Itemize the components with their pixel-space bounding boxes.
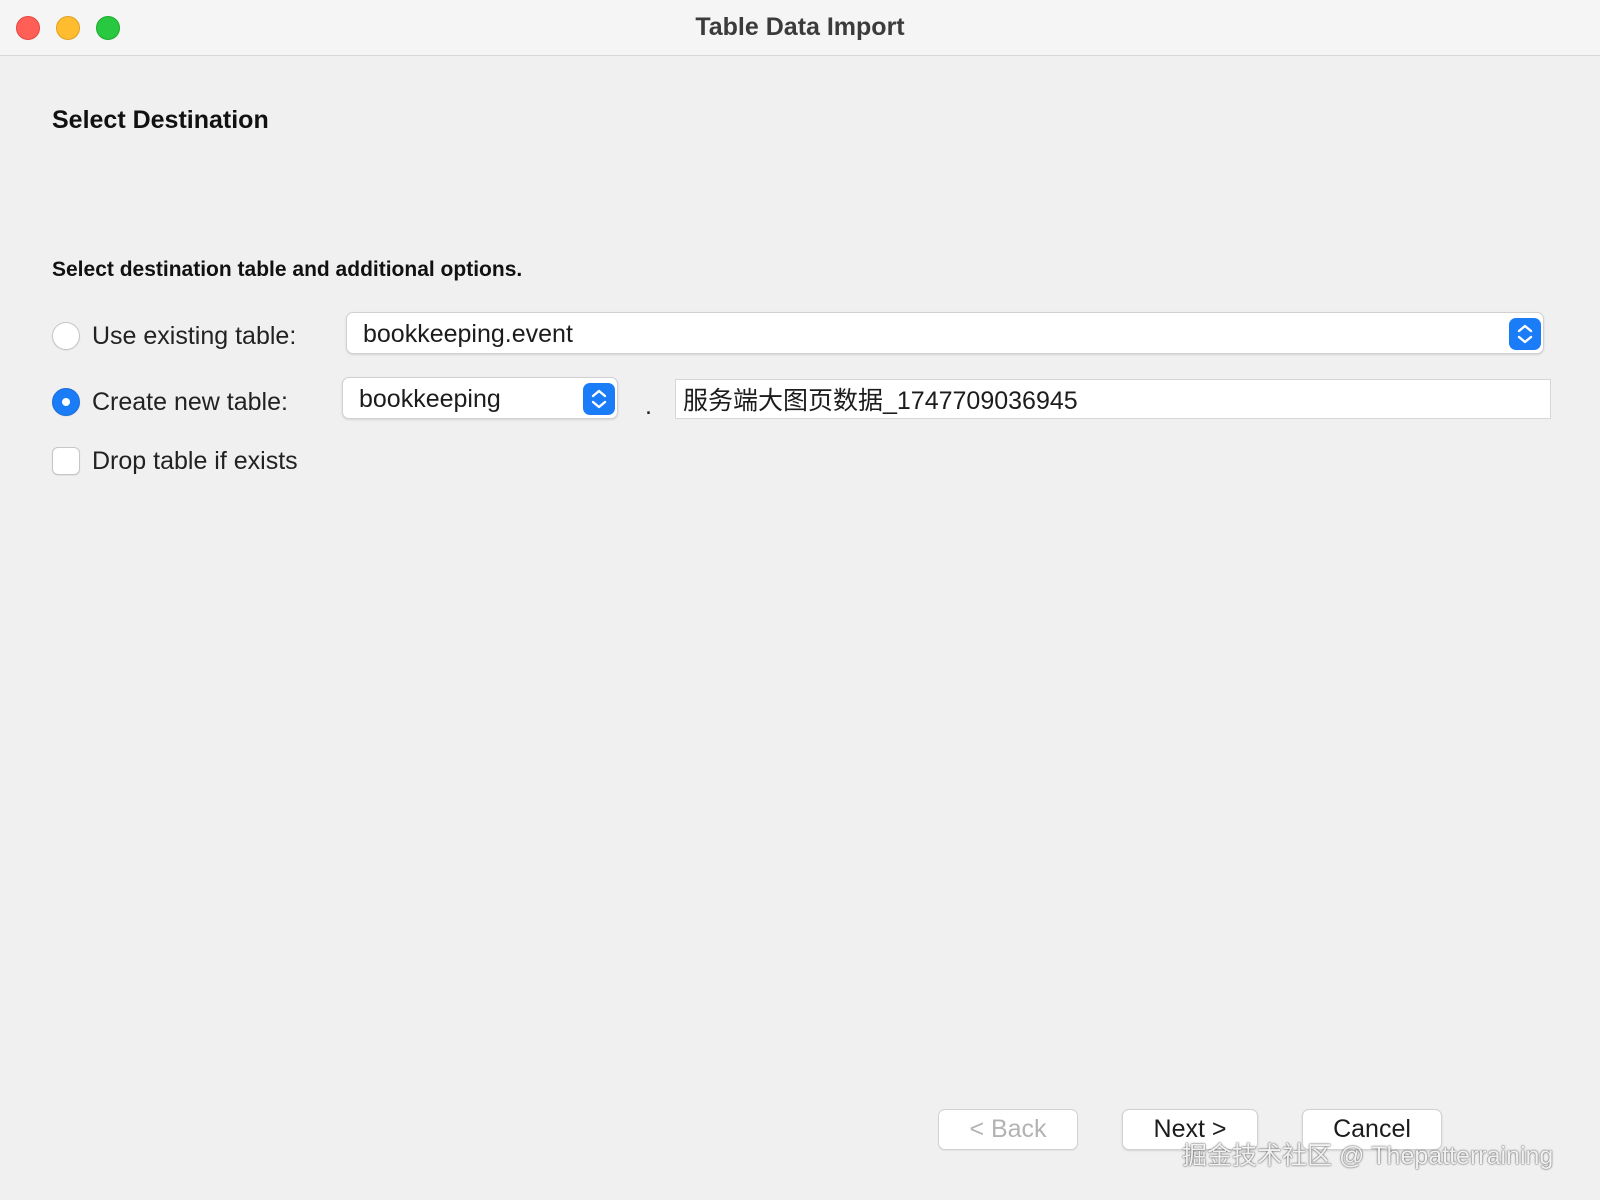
watermark-text: 掘金技术社区 @ Thepatterraining <box>1182 1142 1554 1170</box>
create-new-table-label[interactable]: Create new table: <box>92 388 288 417</box>
back-button[interactable]: < Back <box>938 1109 1078 1150</box>
schema-value: bookkeeping <box>359 385 501 413</box>
new-table-name-field[interactable] <box>675 379 1551 419</box>
import-wizard-window: Table Data Import Select Destination Sel… <box>0 0 1600 1200</box>
select-stepper-icon <box>583 383 615 415</box>
window-title: Table Data Import <box>695 13 905 41</box>
new-table-name-input[interactable] <box>676 380 1550 418</box>
title-bar: Table Data Import <box>0 0 1600 56</box>
select-stepper-icon <box>1509 318 1541 350</box>
page-title: Select Destination <box>52 106 269 134</box>
schema-table-separator: . <box>645 392 652 420</box>
existing-table-select[interactable]: bookkeeping.event <box>346 312 1544 354</box>
use-existing-table-label[interactable]: Use existing table: <box>92 322 296 351</box>
page-subtitle: Select destination table and additional … <box>52 258 523 281</box>
existing-table-value: bookkeeping.event <box>363 320 573 348</box>
schema-select[interactable]: bookkeeping <box>342 377 618 419</box>
drop-table-checkbox[interactable] <box>52 447 80 475</box>
create-new-table-radio[interactable] <box>52 388 80 416</box>
use-existing-table-radio[interactable] <box>52 322 80 350</box>
drop-table-label[interactable]: Drop table if exists <box>92 447 298 476</box>
